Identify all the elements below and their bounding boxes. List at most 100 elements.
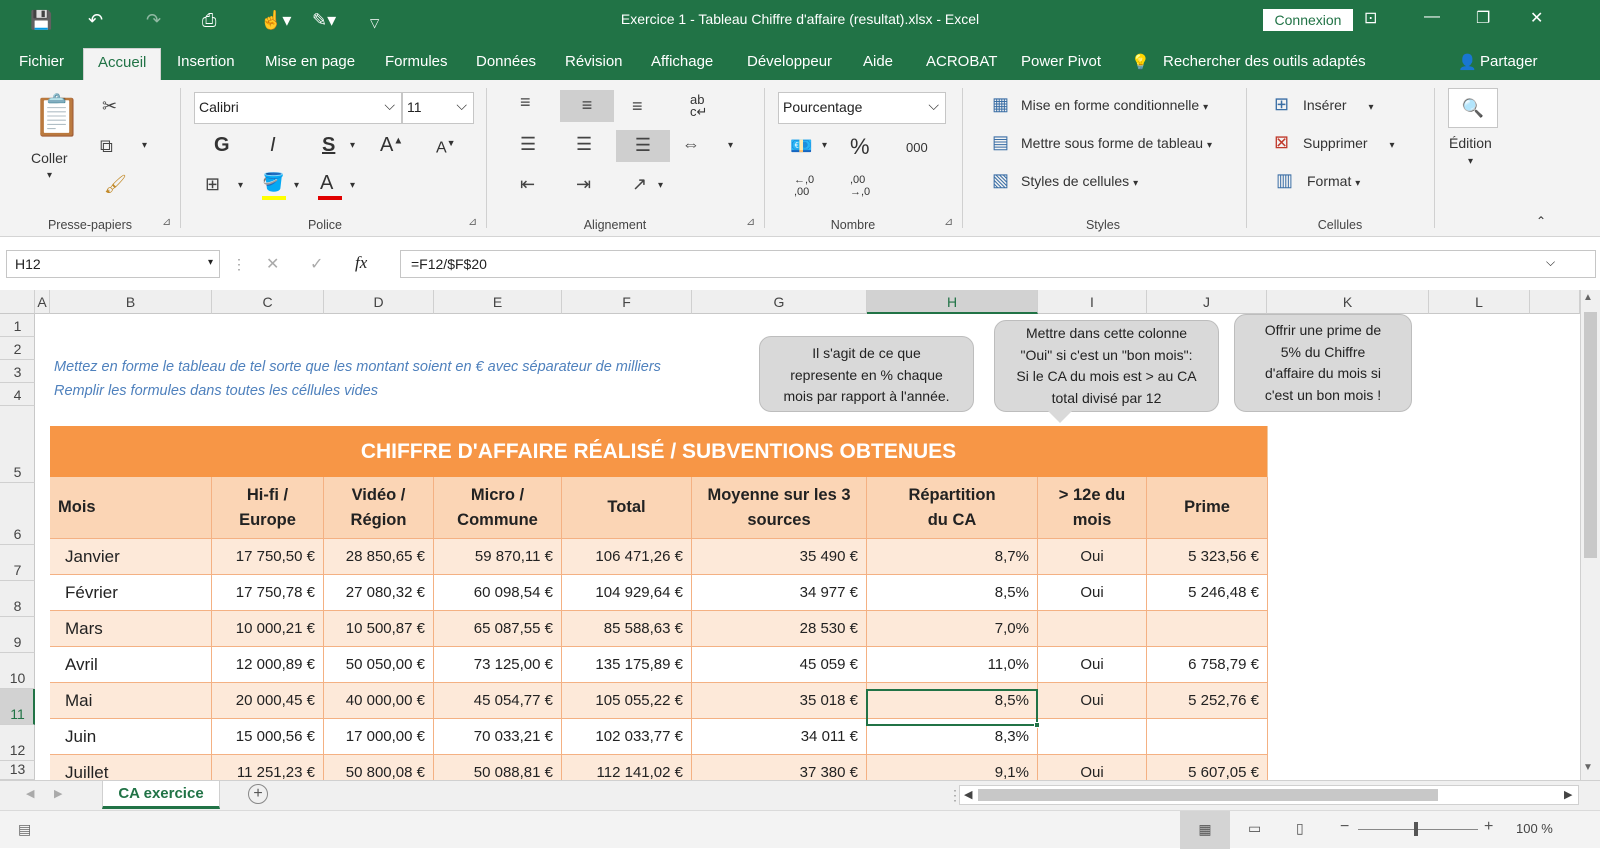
name-box[interactable]: H12 ▾ <box>6 250 220 278</box>
search-tools[interactable]: Rechercher des outils adaptés <box>1163 53 1366 70</box>
cell-total[interactable]: 106 471,26 € <box>562 539 692 575</box>
cell-hifi[interactable]: 10 000,21 € <box>212 611 324 647</box>
comma-style-button[interactable]: 000 <box>906 140 928 155</box>
col-header-h[interactable]: H <box>867 290 1038 314</box>
font-color-dropdown-icon[interactable]: ▾ <box>350 180 355 191</box>
sheet-tab-ca-exercice[interactable]: CA exercice <box>102 781 220 809</box>
tab-revision[interactable]: Révision <box>565 53 623 70</box>
cell-prime[interactable]: 5 323,56 € <box>1147 539 1268 575</box>
formula-input[interactable]: =F12/$F$20 <box>400 250 1596 278</box>
hscroll-thumb[interactable] <box>978 789 1438 801</box>
header-repartition[interactable]: Répartition du CA <box>867 477 1038 539</box>
col-header-b[interactable]: B <box>50 290 212 314</box>
scroll-left-icon[interactable]: ◀ <box>964 788 972 801</box>
format-painter-icon[interactable]: 🖌 <box>104 174 127 195</box>
col-header-next[interactable] <box>1530 290 1580 314</box>
cell-moyenne[interactable]: 34 011 € <box>692 719 867 755</box>
percent-style-button[interactable]: % <box>850 134 870 160</box>
accounting-dropdown-icon[interactable]: ▾ <box>822 140 827 151</box>
cell-prime[interactable]: 5 252,76 € <box>1147 683 1268 719</box>
zoom-slider-track[interactable] <box>1358 829 1478 830</box>
cell-total[interactable]: 112 141,02 € <box>562 755 692 780</box>
delete-cells-button[interactable]: Supprimer ▾ <box>1303 135 1395 151</box>
row-header[interactable]: 10 <box>0 653 35 689</box>
tab-affichage[interactable]: Affichage <box>651 53 713 70</box>
scroll-thumb[interactable] <box>1584 312 1597 558</box>
alignment-launcher-icon[interactable]: ⊿ <box>746 215 755 228</box>
cancel-icon[interactable]: ✕ <box>266 254 279 274</box>
borders-dropdown-icon[interactable]: ▾ <box>238 180 243 191</box>
cell-micro[interactable]: 45 054,77 € <box>434 683 562 719</box>
align-middle-icon[interactable]: ≡ <box>560 90 614 122</box>
selected-cell-h12[interactable] <box>866 689 1038 726</box>
add-sheet-icon[interactable]: + <box>248 784 268 804</box>
header-hifi[interactable]: Hi-fi / Europe <box>212 477 324 539</box>
cell-mois[interactable]: Février <box>50 575 212 611</box>
increase-decimal-button[interactable]: ←,0 ,00 <box>794 174 814 198</box>
col-header-l[interactable]: L <box>1429 290 1530 314</box>
cell-hifi[interactable]: 12 000,89 € <box>212 647 324 683</box>
cell-micro[interactable]: 65 087,55 € <box>434 611 562 647</box>
align-left-icon[interactable]: ☰ <box>520 134 536 155</box>
align-center-icon[interactable]: ☰ <box>576 134 592 155</box>
cell-total[interactable]: 102 033,77 € <box>562 719 692 755</box>
cell-hifi[interactable]: 17 750,50 € <box>212 539 324 575</box>
col-header-d[interactable]: D <box>324 290 434 314</box>
cell-video[interactable]: 28 850,65 € <box>324 539 434 575</box>
vertical-scrollbar[interactable]: ▲ ▼ <box>1580 290 1600 780</box>
zoom-slider-thumb[interactable] <box>1414 822 1418 836</box>
row-header[interactable]: 12 <box>0 725 35 761</box>
orientation-icon[interactable]: ↗ <box>632 174 647 195</box>
increase-font-icon[interactable]: A▲ <box>380 134 403 157</box>
cell-hifi[interactable]: 11 251,23 € <box>212 755 324 780</box>
col-header-f[interactable]: F <box>562 290 692 314</box>
cell-bon-mois[interactable]: Oui <box>1038 683 1147 719</box>
cell-prime[interactable]: 5 607,05 € <box>1147 755 1268 780</box>
worksheet-grid[interactable]: Mettez en forme le tableau de tel sorte … <box>35 314 1580 780</box>
align-right-icon[interactable]: ☰ <box>616 130 670 162</box>
font-size-combo[interactable]: 11 ⌵ <box>402 92 474 124</box>
decrease-decimal-button[interactable]: ,00 →,0 <box>850 174 870 198</box>
col-header-i[interactable]: I <box>1038 290 1147 314</box>
orientation-dropdown-icon[interactable]: ▾ <box>658 180 663 191</box>
col-header-a[interactable]: A <box>35 290 50 314</box>
align-bottom-icon[interactable]: ≡ <box>632 96 643 117</box>
cell-hifi[interactable]: 20 000,45 € <box>212 683 324 719</box>
cell-bon-mois[interactable] <box>1038 719 1147 755</box>
cell-mois[interactable]: Mars <box>50 611 212 647</box>
cell-styles-button[interactable]: Styles de cellules ▾ <box>1021 173 1138 189</box>
number-format-combo[interactable]: Pourcentage ⌵ <box>778 92 946 124</box>
font-launcher-icon[interactable]: ⊿ <box>468 215 477 228</box>
cell-repartition[interactable]: 9,1% <box>867 755 1038 780</box>
merge-center-icon[interactable]: ⇔ <box>682 134 700 155</box>
tab-fichier[interactable]: Fichier <box>19 53 64 70</box>
row-header[interactable]: 4 <box>0 383 35 406</box>
expand-formula-icon[interactable]: ⌵ <box>1546 255 1555 270</box>
cell-moyenne[interactable]: 34 977 € <box>692 575 867 611</box>
cell-micro[interactable]: 50 088,81 € <box>434 755 562 780</box>
accounting-format-icon[interactable]: 💶 <box>790 136 812 157</box>
col-header-k[interactable]: K <box>1267 290 1429 314</box>
row-header[interactable]: 13 <box>0 761 35 780</box>
cell-mois[interactable]: Juillet <box>50 755 212 780</box>
editing-button[interactable]: Édition <box>1449 135 1492 151</box>
cell-prime[interactable]: 5 246,48 € <box>1147 575 1268 611</box>
cell-mois[interactable]: Avril <box>50 647 212 683</box>
cell-repartition[interactable]: 8,7% <box>867 539 1038 575</box>
collapse-ribbon-icon[interactable]: ⌃ <box>1536 214 1546 228</box>
page-layout-icon[interactable]: ▭ <box>1248 820 1261 837</box>
row-header[interactable]: 9 <box>0 617 35 653</box>
cell-mois[interactable]: Juin <box>50 719 212 755</box>
macro-record-icon[interactable]: ▤ <box>18 821 31 838</box>
header-video[interactable]: Vidéo / Région <box>324 477 434 539</box>
header-12e[interactable]: > 12e du mois <box>1038 477 1147 539</box>
copy-icon[interactable]: ⧉ <box>100 136 113 157</box>
row-header[interactable]: 3 <box>0 360 35 383</box>
underline-button[interactable]: S <box>322 134 335 157</box>
cell-moyenne[interactable]: 28 530 € <box>692 611 867 647</box>
cell-micro[interactable]: 60 098,54 € <box>434 575 562 611</box>
fill-handle[interactable] <box>1034 722 1040 728</box>
paste-dropdown-icon[interactable]: ▾ <box>47 170 52 181</box>
select-all-corner[interactable] <box>0 290 35 314</box>
cell-repartition[interactable]: 11,0% <box>867 647 1038 683</box>
